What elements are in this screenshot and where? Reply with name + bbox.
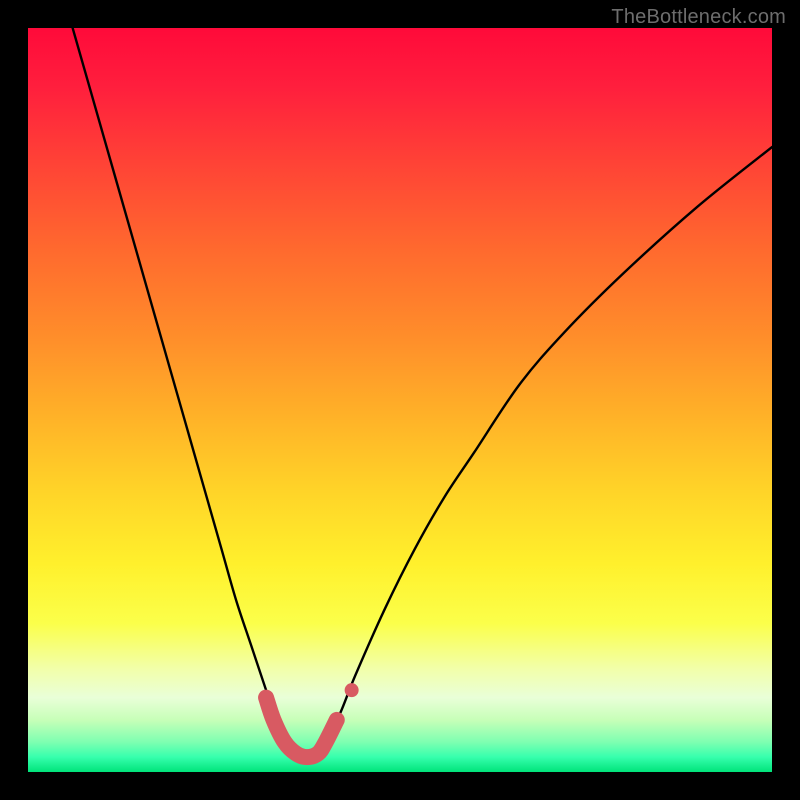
plot-area xyxy=(28,28,772,772)
chart-frame: TheBottleneck.com xyxy=(0,0,800,800)
watermark-text: TheBottleneck.com xyxy=(611,6,786,29)
optimal-range-highlight xyxy=(266,698,337,758)
highlight-dot xyxy=(345,683,359,697)
bottleneck-curve xyxy=(73,28,772,759)
curve-svg xyxy=(28,28,772,772)
